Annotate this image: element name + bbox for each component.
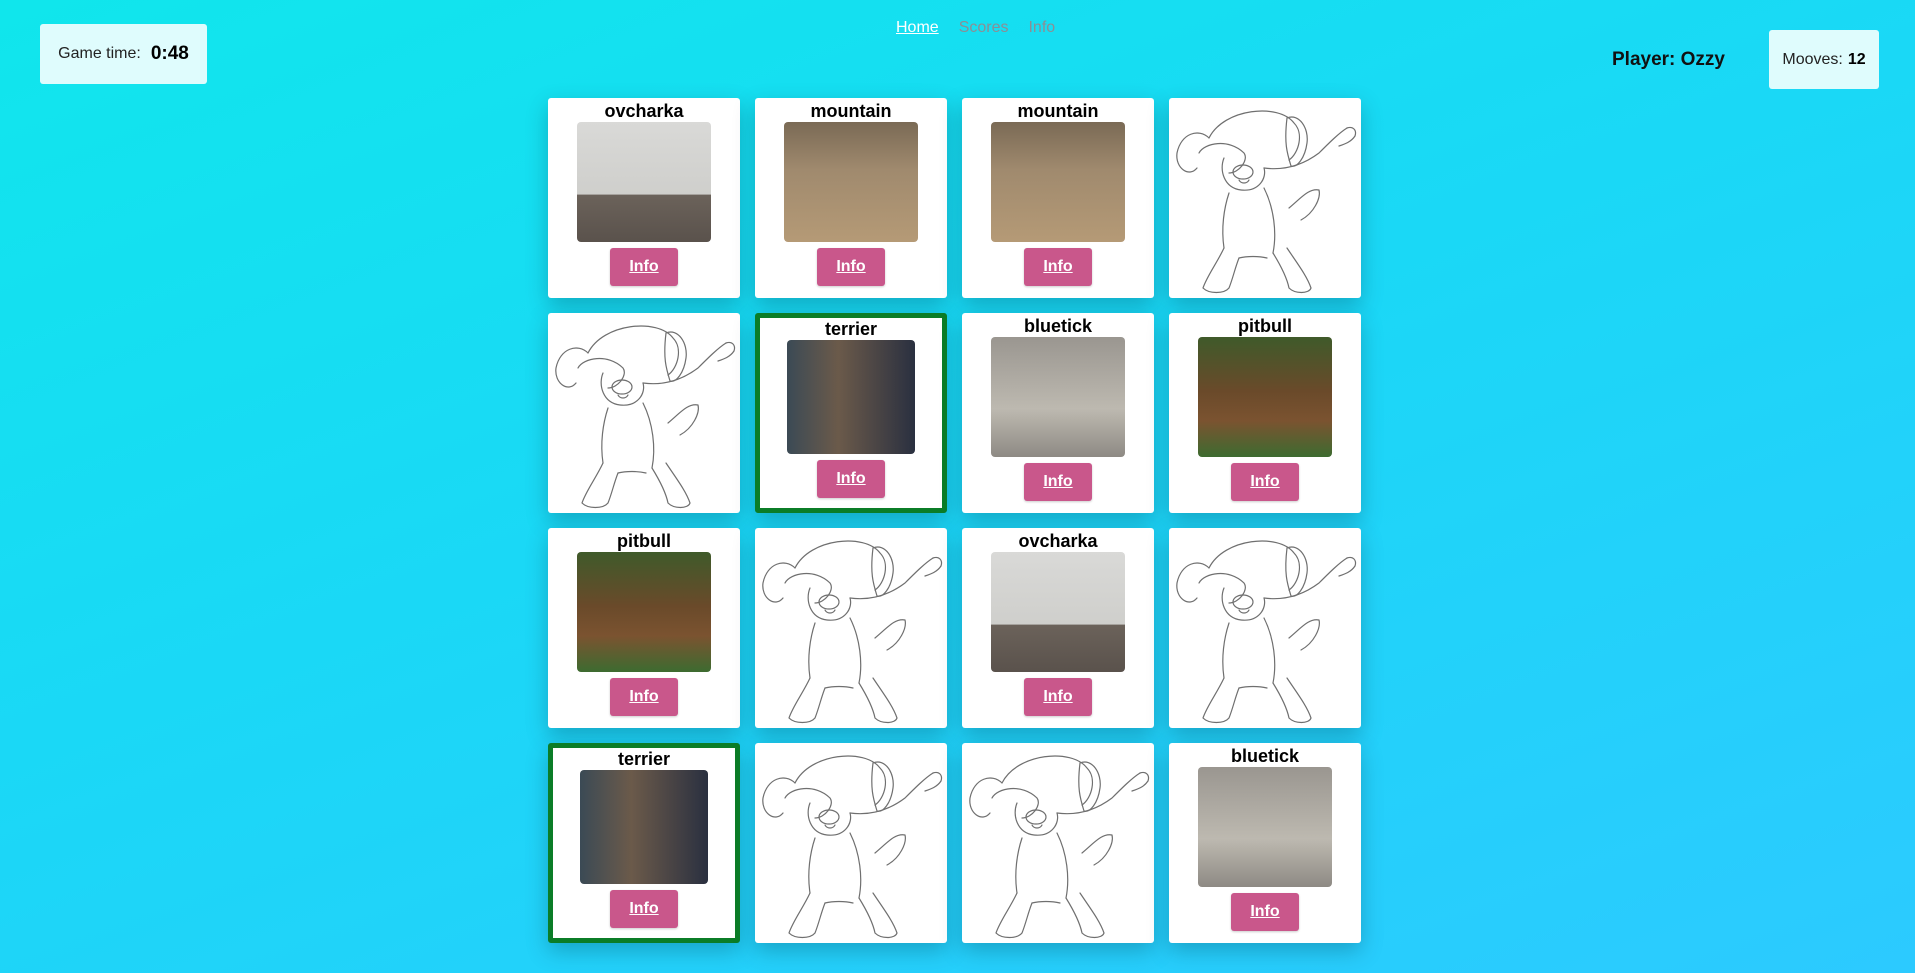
card-facedown[interactable] — [962, 743, 1154, 943]
info-button[interactable]: Info — [1231, 463, 1299, 501]
card-title: pitbull — [617, 531, 671, 551]
card-terrier[interactable]: terrier Info — [548, 743, 740, 943]
card-pitbull[interactable]: pitbull Info — [1169, 313, 1361, 513]
card-bluetick[interactable]: bluetick Info — [1169, 743, 1361, 943]
card-title: ovcharka — [604, 101, 684, 121]
top-nav: Home Scores Info — [896, 19, 1055, 37]
dog-photo — [1198, 337, 1332, 457]
card-facedown[interactable] — [755, 528, 947, 728]
dog-photo — [580, 770, 708, 884]
card-grid: ovcharka Info mountain Info mountain Info — [548, 98, 1361, 943]
card-facedown[interactable] — [1169, 528, 1361, 728]
dabbing-dog-back-icon — [762, 540, 943, 724]
info-button[interactable]: Info — [610, 890, 678, 928]
card-title: bluetick — [1023, 316, 1093, 336]
dog-photo — [991, 552, 1125, 672]
info-button[interactable]: Info — [610, 678, 678, 716]
card-terrier[interactable]: terrier Info — [755, 313, 947, 513]
dog-photo — [1198, 767, 1332, 887]
dog-photo — [991, 122, 1125, 242]
dabbing-dog-back-icon — [1176, 110, 1357, 294]
card-title: mountain — [810, 101, 892, 121]
card-mountain[interactable]: mountain Info — [962, 98, 1154, 298]
card-mountain[interactable]: mountain Info — [755, 98, 947, 298]
moves-label: Mooves: — [1782, 50, 1843, 68]
info-button[interactable]: Info — [610, 248, 678, 286]
card-bluetick[interactable]: bluetick Info — [962, 313, 1154, 513]
card-title: terrier — [617, 749, 671, 769]
nav-scores-link[interactable]: Scores — [959, 19, 1009, 37]
game-time-value: 0:48 — [150, 43, 189, 64]
card-ovcharka[interactable]: ovcharka Info — [962, 528, 1154, 728]
info-button[interactable]: Info — [817, 248, 885, 286]
dabbing-dog-back-icon — [969, 755, 1150, 939]
dog-photo — [577, 122, 711, 242]
card-title: pitbull — [1238, 316, 1292, 336]
info-button[interactable]: Info — [1231, 893, 1299, 931]
card-title: bluetick — [1230, 746, 1300, 766]
card-title: mountain — [1017, 101, 1099, 121]
card-pitbull[interactable]: pitbull Info — [548, 528, 740, 728]
dog-photo — [991, 337, 1125, 457]
dog-photo — [784, 122, 918, 242]
game-time-label: Game time: — [58, 45, 141, 62]
moves-value: 12 — [1847, 50, 1866, 68]
dabbing-dog-back-icon — [555, 325, 736, 509]
card-facedown[interactable] — [1169, 98, 1361, 298]
card-title: terrier — [824, 319, 878, 339]
dog-photo — [577, 552, 711, 672]
dabbing-dog-back-icon — [762, 755, 943, 939]
card-facedown[interactable] — [755, 743, 947, 943]
nav-home-link[interactable]: Home — [896, 19, 939, 37]
nav-info-link[interactable]: Info — [1028, 19, 1055, 37]
card-ovcharka[interactable]: ovcharka Info — [548, 98, 740, 298]
card-title: ovcharka — [1018, 531, 1098, 551]
card-facedown[interactable] — [548, 313, 740, 513]
info-button[interactable]: Info — [1024, 248, 1092, 286]
player-name: Player: Ozzy — [1612, 49, 1725, 70]
info-button[interactable]: Info — [817, 460, 885, 498]
dabbing-dog-back-icon — [1176, 540, 1357, 724]
info-button[interactable]: Info — [1024, 678, 1092, 716]
game-time-panel: Game time: 0:48 — [40, 24, 207, 84]
moves-panel: Mooves: 12 — [1769, 30, 1879, 89]
dog-photo — [787, 340, 915, 454]
info-button[interactable]: Info — [1024, 463, 1092, 501]
